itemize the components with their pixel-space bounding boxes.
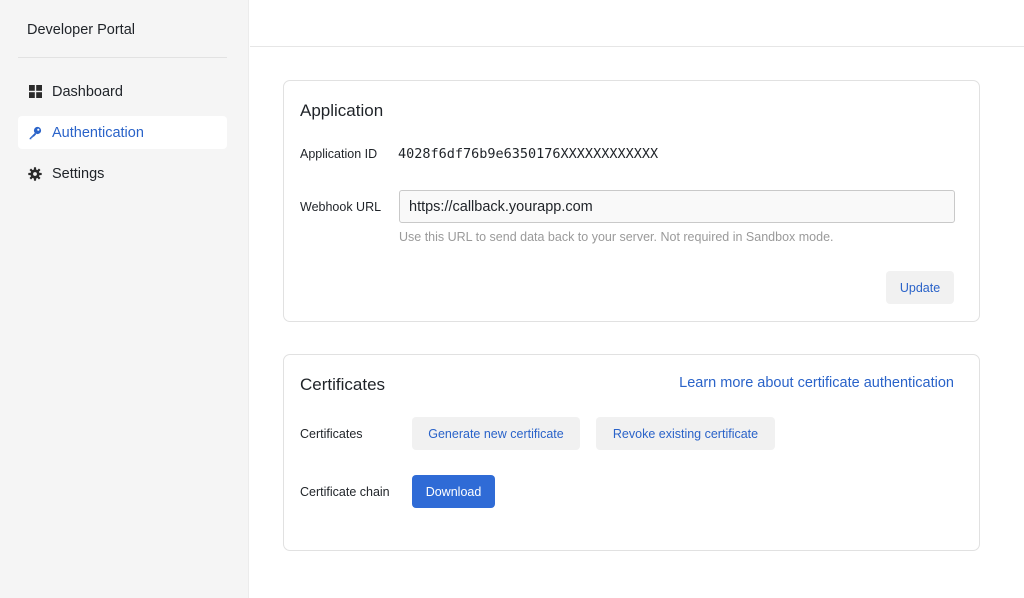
sidebar-item-label: Settings [52,165,105,182]
certificates-label: Certificates [300,427,363,441]
sidebar-item-label: Authentication [52,124,144,141]
sidebar-divider [18,57,227,58]
application-card: Application Application ID 4028f6df76b9e… [283,80,980,322]
sidebar-item-dashboard[interactable]: Dashboard [18,75,227,108]
webhook-helper-text: Use this URL to send data back to your s… [399,230,834,244]
learn-more-link[interactable]: Learn more about certificate authenticat… [679,375,954,391]
gear-icon [28,166,42,181]
webhook-url-input[interactable] [399,190,955,223]
sidebar-item-label: Dashboard [52,83,123,100]
brand-title: Developer Portal [27,22,135,38]
generate-certificate-button[interactable]: Generate new certificate [412,417,580,450]
grid-icon [28,85,42,99]
sidebar: Developer Portal Dashboard Authenticatio… [0,0,249,598]
application-id-value: 4028f6df76b9e6350176XXXXXXXXXXXX [398,146,659,162]
download-button[interactable]: Download [412,475,495,508]
top-bar [250,0,1024,47]
update-button[interactable]: Update [886,271,954,304]
certificates-card: Certificates Learn more about certificat… [283,354,980,551]
certificate-chain-label: Certificate chain [300,485,390,499]
application-id-label: Application ID [300,147,378,161]
application-title: Application [300,101,384,120]
sidebar-item-authentication[interactable]: Authentication [18,116,227,149]
revoke-certificate-button[interactable]: Revoke existing certificate [596,417,775,450]
sidebar-item-settings[interactable]: Settings [18,157,227,190]
key-icon [28,126,42,140]
certificates-title: Certificates [300,375,386,394]
webhook-url-label: Webhook URL [300,200,382,214]
